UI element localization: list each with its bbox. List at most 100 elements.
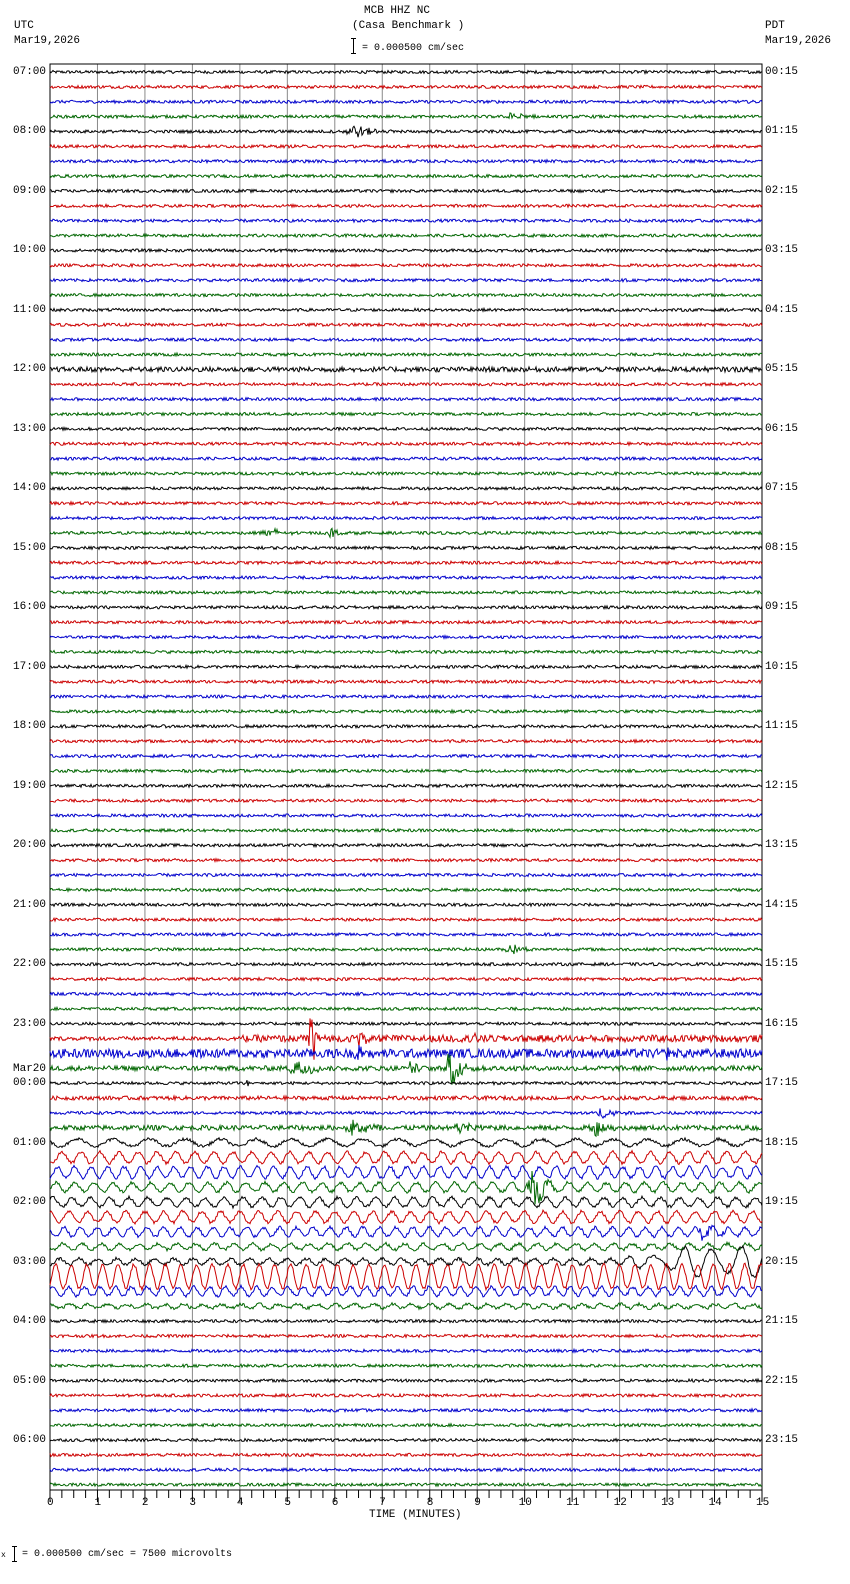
footer-scale-bar-icon <box>12 1546 17 1562</box>
right-hour-label: 08:15 <box>765 541 799 554</box>
footer-scale-text: = 0.000500 cm/sec = 7500 microvolts <box>22 1549 233 1560</box>
seismic-trace <box>49 753 763 759</box>
seismic-trace <box>49 857 763 863</box>
left-hour-label: 20:00 <box>13 839 47 852</box>
seismic-trace <box>49 1283 763 1299</box>
left-hour-label: 21:00 <box>13 898 47 911</box>
x-tick-label: 1 <box>94 1497 102 1509</box>
seismic-trace <box>49 693 763 700</box>
left-hour-label: 14:00 <box>13 482 47 495</box>
seismic-trace <box>49 1080 763 1087</box>
seismic-trace <box>49 173 763 180</box>
left-hour-label: 15:00 <box>13 541 47 554</box>
seismic-trace <box>49 1108 763 1119</box>
seismic-trace <box>49 1164 763 1181</box>
right-hour-label: 11:15 <box>765 720 799 733</box>
seismic-trace <box>49 842 763 849</box>
x-tick-label: 14 <box>708 1497 722 1509</box>
x-tick-label: 0 <box>47 1497 54 1509</box>
left-hour-label: 18:00 <box>13 720 47 733</box>
seismic-trace <box>49 143 763 150</box>
seismic-trace <box>49 574 763 581</box>
date-change-label: Mar20 <box>13 1063 47 1076</box>
seismic-trace <box>49 365 763 374</box>
seismic-trace <box>49 336 763 343</box>
left-hour-label: 11:00 <box>13 303 47 316</box>
x-tick-label: 6 <box>331 1497 339 1509</box>
x-tick-label: 3 <box>189 1497 196 1509</box>
right-hour-label: 00:15 <box>765 66 799 78</box>
seismic-trace <box>49 381 763 388</box>
seismic-trace <box>49 827 762 834</box>
seismic-trace <box>49 649 763 655</box>
seismic-trace <box>49 902 763 908</box>
x-tick-label: 5 <box>284 1497 291 1509</box>
seismic-trace <box>49 188 763 194</box>
seismic-trace <box>49 723 763 730</box>
seismic-trace <box>49 1208 763 1226</box>
x-tick-label: 7 <box>379 1497 386 1509</box>
seismic-trace <box>49 931 763 938</box>
seismic-trace <box>49 306 763 313</box>
seismic-trace <box>49 782 763 789</box>
seismic-trace <box>49 1094 763 1102</box>
seismic-trace <box>49 634 763 641</box>
seismic-trace <box>49 515 763 521</box>
seismic-trace <box>49 1466 763 1473</box>
seismic-trace <box>49 663 763 670</box>
seismic-trace <box>49 1437 763 1443</box>
right-hour-label: 12:15 <box>765 779 799 792</box>
seismic-trace <box>49 125 763 138</box>
right-hour-label: 05:15 <box>765 363 799 376</box>
seismic-trace <box>49 232 763 239</box>
seismic-trace <box>49 1422 763 1429</box>
left-hour-label: 08:00 <box>13 125 47 138</box>
left-hour-label: 01:00 <box>13 1136 47 1149</box>
right-hour-label: 04:15 <box>765 303 799 316</box>
seismic-trace <box>50 1149 763 1166</box>
seismic-trace <box>49 526 763 540</box>
seismic-trace <box>49 1481 763 1488</box>
left-hour-label: 06:00 <box>13 1434 47 1447</box>
seismic-trace <box>49 69 763 76</box>
seismic-trace <box>49 1333 763 1339</box>
left-hour-label: 09:00 <box>13 184 47 197</box>
seismic-trace <box>49 1452 763 1458</box>
right-hour-label: 13:15 <box>765 839 799 852</box>
seismic-trace <box>49 1318 763 1324</box>
seismic-trace <box>49 990 763 997</box>
seismic-trace <box>49 872 763 878</box>
seismic-trace <box>49 738 763 745</box>
seismic-trace <box>49 1194 763 1210</box>
seismic-trace <box>49 99 763 105</box>
seismic-trace <box>49 1392 763 1399</box>
seismic-trace <box>49 589 763 596</box>
seismic-trace <box>49 84 763 90</box>
seismic-trace <box>49 767 763 774</box>
seismic-trace <box>49 559 763 566</box>
seismic-trace <box>49 1363 763 1369</box>
seismic-trace <box>49 158 763 165</box>
x-tick-label: 15 <box>756 1497 770 1509</box>
x-tick-label: 2 <box>141 1497 149 1509</box>
seismic-trace <box>49 440 763 447</box>
seismic-trace <box>49 1170 763 1205</box>
right-hour-label: 14:15 <box>765 898 799 911</box>
right-hour-label: 22:15 <box>765 1374 799 1387</box>
right-hour-label: 21:15 <box>765 1315 799 1328</box>
left-hour-label: 00:00 <box>13 1077 47 1090</box>
seismic-trace <box>49 470 763 477</box>
seismic-trace <box>49 1005 763 1012</box>
seismic-trace <box>50 812 763 819</box>
seismic-trace <box>49 247 762 254</box>
right-hour-label: 19:15 <box>765 1196 799 1209</box>
x-tick-label: 4 <box>236 1497 244 1509</box>
left-hour-label: 07:00 <box>13 66 47 78</box>
x-tick-label: 13 <box>661 1497 675 1509</box>
left-hour-label: 16:00 <box>13 601 47 614</box>
x-tick-label: 9 <box>474 1497 481 1509</box>
left-hour-label: 17:00 <box>13 660 47 673</box>
seismic-trace <box>49 1377 763 1384</box>
left-hour-label: 23:00 <box>13 1017 47 1030</box>
right-hour-label: 06:15 <box>765 422 799 435</box>
